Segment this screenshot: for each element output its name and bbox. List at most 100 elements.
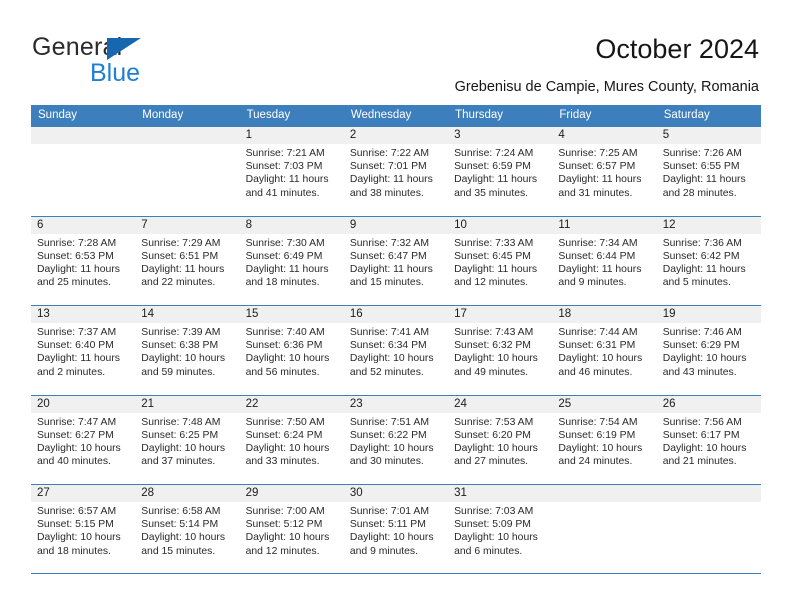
sunrise-time: Sunrise: 7:37 AM [37, 327, 117, 338]
calendar-day-cell[interactable]: 6 Sunrise: 7:28 AM Sunset: 6:53 PM Daylight… [31, 216, 136, 305]
calendar-day-cell[interactable]: 4 Sunrise: 7:25 AM Sunset: 6:57 PM Daylight… [552, 127, 657, 216]
day-number: 7 [135, 216, 240, 234]
daylight-duration-line2: and 52 minutes. [349, 366, 424, 378]
weekday-header-saturday: Saturday [663, 109, 710, 121]
calendar-day-cell[interactable]: 27 Sunrise: 6:57 AM Sunset: 5:15 PM Dayligh… [31, 485, 136, 573]
sunrise-time: Sunrise: 7:32 AM [349, 237, 429, 249]
day-number: 14 [135, 306, 240, 323]
calendar-day-cell[interactable]: 29 Sunrise: 7:00 AM Sunset: 5:12 PM Dayligh… [239, 485, 344, 573]
sunrise-time: Sunrise: 7:47 AM [37, 416, 117, 428]
calendar-day-cell[interactable]: 8 Sunrise: 7:30 AM Sunset: 6:49 PM Daylight… [239, 216, 344, 305]
day-details: Sunrise: 7:22 AM Sunset: 7:01 PM Daylight:… [344, 144, 448, 200]
daylight-duration-line2: and 9 minutes. [558, 277, 627, 289]
daylight-duration-line1: Daylight: 11 hours [454, 174, 538, 186]
calendar-day-cell[interactable]: 18 Sunrise: 7:44 AM Sunset: 6:31 PM Dayligh… [552, 306, 657, 395]
sunrise-time: Sunrise: 7:22 AM [349, 148, 429, 159]
day-number: 20 [31, 395, 136, 413]
calendar-day-cell[interactable]: 1 Sunrise: 7:21 AM Sunset: 7:03 PM Daylight… [239, 127, 344, 216]
calendar-day-cell[interactable]: 2 Sunrise: 7:22 AM Sunset: 7:01 PM Daylight… [343, 127, 449, 216]
logo-triangle-icon [107, 38, 141, 60]
sunset-time: Sunset: 6:45 PM [454, 250, 531, 262]
day-number: 12 [656, 216, 761, 234]
calendar-day-cell[interactable]: 22 Sunrise: 7:50 AM Sunset: 6:24 PM Dayligh… [239, 395, 344, 484]
day-details: Sunrise: 7:25 AM Sunset: 6:57 PM Daylight:… [552, 144, 656, 200]
calendar-grid: Sunday Monday Tuesday Wednesday Thursday… [31, 105, 761, 574]
daylight-duration-line2: and 59 minutes. [141, 366, 216, 378]
daylight-duration-line2: and 37 minutes. [141, 456, 216, 468]
calendar-day-cell[interactable]: 3 Sunrise: 7:24 AM Sunset: 6:59 PM Daylight… [448, 127, 553, 216]
daylight-duration-line1: Daylight: 11 hours [141, 263, 225, 275]
sunrise-time: Sunrise: 7:54 AM [558, 416, 638, 428]
calendar-day-cell[interactable]: 20 Sunrise: 7:47 AM Sunset: 6:27 PM Dayligh… [31, 395, 136, 484]
daylight-duration-line1: Daylight: 11 hours [37, 353, 120, 365]
daylight-duration-line2: and 25 minutes. [37, 277, 111, 289]
daylight-duration-line1: Daylight: 10 hours [662, 353, 747, 365]
sunrise-time: Sunrise: 7:50 AM [245, 416, 325, 428]
calendar-day-cell[interactable]: 31 Sunrise: 7:03 AM Sunset: 5:09 PM Dayligh… [448, 485, 553, 573]
calendar-day-cell[interactable]: 19 Sunrise: 7:46 AM Sunset: 6:29 PM Dayligh… [656, 306, 761, 395]
calendar-day-cell-empty [552, 485, 657, 573]
calendar-day-cell[interactable]: 16 Sunrise: 7:41 AM Sunset: 6:34 PM Dayligh… [343, 306, 449, 395]
calendar-day-cell[interactable]: 11 Sunrise: 7:34 AM Sunset: 6:44 PM Dayligh… [552, 216, 657, 305]
calendar-day-cell[interactable]: 12 Sunrise: 7:36 AM Sunset: 6:42 PM Dayligh… [656, 216, 761, 305]
calendar-day-cell[interactable]: 14 Sunrise: 7:39 AM Sunset: 6:38 PM Dayligh… [135, 306, 240, 395]
day-details: Sunrise: 7:50 AM Sunset: 6:24 PM Daylight:… [240, 413, 344, 469]
sunset-time: Sunset: 6:32 PM [454, 340, 531, 352]
sunset-time: Sunset: 6:31 PM [558, 340, 636, 352]
sunset-time: Sunset: 5:15 PM [37, 519, 114, 531]
daylight-duration-line2: and 22 minutes. [141, 277, 216, 289]
sunrise-time: Sunrise: 7:25 AM [558, 148, 638, 159]
calendar-week-row: 13 Sunrise: 7:37 AM Sunset: 6:40 PM Dayligh… [31, 305, 761, 395]
sunrise-time: Sunrise: 7:34 AM [558, 237, 638, 249]
day-number: 28 [135, 485, 240, 502]
calendar-day-cell[interactable]: 28 Sunrise: 6:58 AM Sunset: 5:14 PM Dayligh… [135, 485, 240, 573]
sunset-time: Sunset: 6:34 PM [349, 340, 427, 352]
sunset-time: Sunset: 6:36 PM [245, 340, 323, 352]
sunset-time: Sunset: 6:49 PM [245, 250, 323, 262]
day-number: 26 [656, 395, 761, 413]
sunset-time: Sunset: 6:25 PM [141, 429, 219, 441]
daylight-duration-line1: Daylight: 10 hours [349, 442, 434, 454]
day-details: Sunrise: 6:58 AM Sunset: 5:14 PM Daylight:… [135, 502, 239, 558]
daylight-duration-line1: Daylight: 10 hours [558, 353, 643, 365]
calendar-day-cell[interactable]: 21 Sunrise: 7:48 AM Sunset: 6:25 PM Dayligh… [135, 395, 240, 484]
daylight-duration-line1: Daylight: 10 hours [245, 442, 330, 454]
day-number: 21 [135, 395, 240, 413]
calendar-day-cell[interactable]: 26 Sunrise: 7:56 AM Sunset: 6:17 PM Dayligh… [656, 395, 761, 484]
daylight-duration-line1: Daylight: 11 hours [662, 263, 746, 275]
weekday-header-sunday: Sunday [38, 109, 78, 121]
daylight-duration-line1: Daylight: 10 hours [558, 442, 643, 454]
day-number: 22 [239, 395, 344, 413]
daylight-duration-line1: Daylight: 11 hours [662, 174, 746, 186]
day-number: 25 [552, 395, 657, 413]
sunset-time: Sunset: 6:20 PM [454, 429, 531, 441]
daylight-duration-line2: and 56 minutes. [245, 366, 320, 378]
daylight-duration-line1: Daylight: 10 hours [662, 442, 747, 454]
calendar-day-cell[interactable]: 9 Sunrise: 7:32 AM Sunset: 6:47 PM Daylight… [343, 216, 449, 305]
sunrise-time: Sunrise: 7:46 AM [662, 327, 742, 338]
day-details: Sunrise: 7:40 AM Sunset: 6:36 PM Daylight:… [240, 323, 344, 379]
calendar-day-cell[interactable]: 7 Sunrise: 7:29 AM Sunset: 6:51 PM Daylight… [135, 216, 240, 305]
sunset-time: Sunset: 5:09 PM [454, 519, 531, 531]
day-details: Sunrise: 7:21 AM Sunset: 7:03 PM Daylight:… [240, 144, 344, 200]
day-details: Sunrise: 7:54 AM Sunset: 6:19 PM Daylight:… [552, 413, 656, 469]
calendar-day-cell[interactable]: 15 Sunrise: 7:40 AM Sunset: 6:36 PM Dayligh… [239, 306, 344, 395]
sunset-time: Sunset: 6:17 PM [662, 429, 740, 441]
page-title: October 2024 [595, 34, 759, 64]
calendar-day-cell[interactable]: 23 Sunrise: 7:51 AM Sunset: 6:22 PM Dayligh… [343, 395, 449, 484]
sunrise-time: Sunrise: 7:03 AM [454, 506, 534, 517]
calendar-day-cell[interactable]: 13 Sunrise: 7:37 AM Sunset: 6:40 PM Dayligh… [31, 306, 136, 395]
page-header: General Blue October 2024 Grebenisu de C… [0, 0, 792, 100]
day-details: Sunrise: 7:03 AM Sunset: 5:09 PM Daylight:… [448, 502, 552, 558]
calendar-day-cell[interactable]: 24 Sunrise: 7:53 AM Sunset: 6:20 PM Dayligh… [448, 395, 553, 484]
calendar-day-cell[interactable]: 5 Sunrise: 7:26 AM Sunset: 6:55 PM Daylight… [656, 127, 761, 216]
calendar-day-cell[interactable]: 25 Sunrise: 7:54 AM Sunset: 6:19 PM Dayligh… [552, 395, 657, 484]
day-details: Sunrise: 7:33 AM Sunset: 6:45 PM Daylight:… [448, 234, 552, 290]
daylight-duration-line2: and 49 minutes. [454, 366, 529, 378]
calendar-day-cell[interactable]: 30 Sunrise: 7:01 AM Sunset: 5:11 PM Dayligh… [343, 485, 449, 573]
calendar-day-cell[interactable]: 17 Sunrise: 7:43 AM Sunset: 6:32 PM Dayligh… [448, 306, 553, 395]
day-number: 23 [343, 395, 449, 413]
calendar-day-cell[interactable]: 10 Sunrise: 7:33 AM Sunset: 6:45 PM Dayligh… [448, 216, 553, 305]
daylight-duration-line1: Daylight: 10 hours [141, 532, 226, 544]
daylight-duration-line2: and 6 minutes. [454, 545, 523, 557]
